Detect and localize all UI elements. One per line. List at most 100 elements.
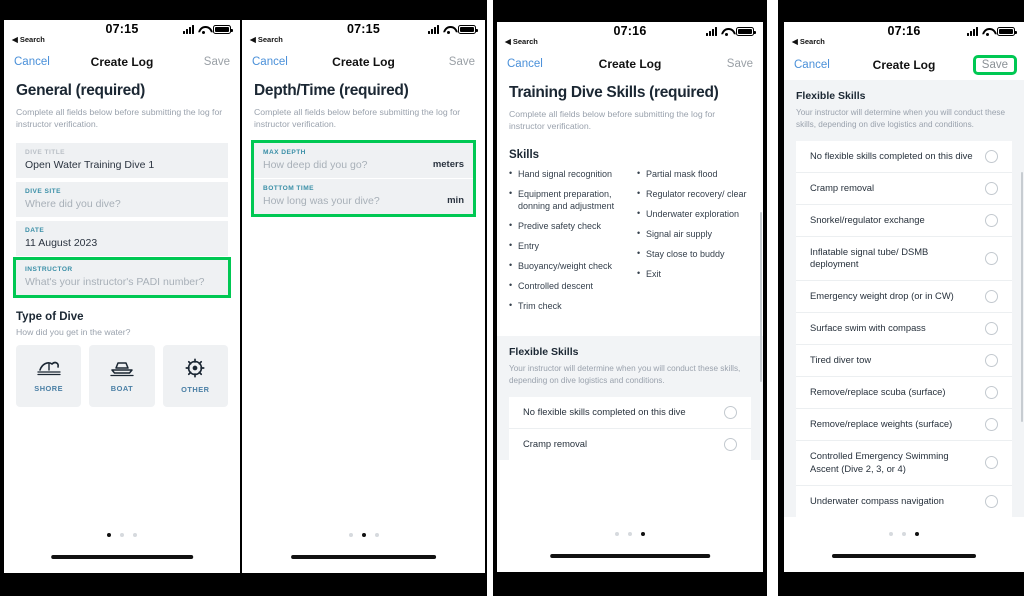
list-item[interactable]: No flexible skills completed on this div… <box>796 141 1012 173</box>
page-dot-3[interactable] <box>374 533 379 537</box>
page-indicator[interactable] <box>497 532 763 536</box>
skill-item: Trim check <box>509 299 623 312</box>
section-helper-text: Complete all fields below before submitt… <box>16 107 223 130</box>
vertical-scrollbar[interactable] <box>1020 172 1023 422</box>
page-dot-1[interactable] <box>107 533 111 537</box>
radio-button[interactable] <box>985 354 998 368</box>
status-bar: 07:16 ◀ Search <box>784 22 1024 56</box>
page-dot-1[interactable] <box>889 532 893 536</box>
field-value: Open Water Training Dive 1 <box>25 158 155 171</box>
page-dot-3[interactable] <box>915 532 919 536</box>
skills-column-left: Hand signal recognition Equipment prepar… <box>509 167 623 320</box>
status-back-to-search[interactable]: ◀ Search <box>792 37 825 46</box>
list-item[interactable]: Controlled Emergency Swimming Ascent (Di… <box>796 441 1012 486</box>
page-dot-3[interactable] <box>133 533 137 537</box>
field-dive-title[interactable]: DIVE TITLE Open Water Training Dive 1 <box>16 142 228 178</box>
field-date[interactable]: DATE 11 August 2023 <box>16 220 228 256</box>
save-button[interactable]: Save <box>727 58 753 70</box>
home-indicator <box>832 554 976 558</box>
list-item[interactable]: Remove/replace weights (surface) <box>796 409 1012 442</box>
field-unit: meters <box>432 158 464 170</box>
skill-item: Entry <box>509 239 623 252</box>
page-dot-2[interactable] <box>361 533 366 537</box>
dive-type-other-button[interactable]: OTHER <box>162 344 228 407</box>
field-label: DIVE SITE <box>25 187 61 195</box>
list-item[interactable]: Surface swim with compass <box>796 313 1012 346</box>
cancel-button[interactable]: Cancel <box>252 56 288 68</box>
radio-button[interactable] <box>724 405 737 419</box>
flexible-skill-label: Remove/replace scuba (surface) <box>810 386 946 398</box>
list-item[interactable]: No flexible skills completed on this div… <box>509 397 751 429</box>
field-max-depth[interactable]: MAX DEPTH How deep did you go? meters <box>254 142 473 178</box>
cancel-button[interactable]: Cancel <box>507 58 543 70</box>
list-item[interactable]: Tired diver tow <box>796 345 1012 378</box>
list-item[interactable]: Cramp removal <box>509 429 751 460</box>
list-item[interactable]: Emergency weight drop (or in CW) <box>796 281 1012 314</box>
cellular-signal-icon <box>967 27 978 36</box>
skill-item: Stay close to buddy <box>637 247 751 260</box>
page-indicator[interactable] <box>784 532 1024 536</box>
save-button[interactable]: Save <box>449 56 475 68</box>
list-item[interactable]: Underwater compass navigation <box>796 486 1012 517</box>
flexible-skills-list: No flexible skills completed on this div… <box>509 396 751 460</box>
home-indicator <box>550 554 710 558</box>
cellular-signal-icon <box>183 25 194 34</box>
page-dot-3[interactable] <box>641 532 645 536</box>
status-back-to-search[interactable]: ◀ Search <box>250 35 283 44</box>
home-indicator <box>290 555 437 559</box>
list-item[interactable]: Cramp removal <box>796 173 1012 205</box>
status-bar: 07:15 ◀ Search <box>242 20 485 54</box>
flexible-skills-block: Flexible Skills Your instructor will det… <box>497 336 763 460</box>
field-label: MAX DEPTH <box>263 148 306 156</box>
skill-item: Regulator recovery/ clear <box>637 187 751 200</box>
field-dive-site[interactable]: DIVE SITE Where did you dive? <box>16 181 228 217</box>
list-item[interactable]: Remove/replace scuba (surface) <box>796 377 1012 410</box>
phone-panel-depth-time: 07:15 ◀ Search Cancel Create Log Save De… <box>240 0 487 596</box>
nav-bar: Cancel Create Log Save <box>784 55 1024 80</box>
radio-button[interactable] <box>985 213 998 227</box>
battery-icon <box>997 27 1017 36</box>
cancel-button[interactable]: Cancel <box>794 59 830 71</box>
page-indicator[interactable] <box>4 533 240 537</box>
vertical-scrollbar[interactable] <box>759 212 762 382</box>
page-dot-1[interactable] <box>615 532 619 536</box>
page-dot-2[interactable] <box>902 532 906 536</box>
list-item[interactable]: Inflatable signal tube/ DSMB deployment <box>796 237 1012 282</box>
flexible-skill-label: Surface swim with compass <box>810 322 926 334</box>
wifi-icon <box>982 27 993 36</box>
page-dot-1[interactable] <box>348 533 353 537</box>
wifi-icon <box>443 25 454 34</box>
skill-item: Predive safety check <box>509 219 623 232</box>
status-back-to-search[interactable]: ◀ Search <box>12 35 45 44</box>
radio-button[interactable] <box>985 494 998 508</box>
status-bar: 07:15 ◀ Search <box>4 20 240 54</box>
radio-button[interactable] <box>985 456 998 470</box>
flexible-skill-label: Controlled Emergency Swimming Ascent (Di… <box>810 450 949 474</box>
dive-type-boat-button[interactable]: BOAT <box>89 344 155 407</box>
radio-button[interactable] <box>724 437 737 451</box>
field-placeholder: Where did you dive? <box>25 197 121 210</box>
radio-button[interactable] <box>985 386 998 400</box>
radio-button[interactable] <box>985 290 998 304</box>
general-content: General (required) Complete all fields b… <box>4 82 240 407</box>
radio-button[interactable] <box>985 251 998 265</box>
save-button[interactable]: Save <box>204 56 230 68</box>
save-button[interactable]: Save <box>972 55 1018 75</box>
field-instructor[interactable]: INSTRUCTOR What's your instructor's PADI… <box>13 256 231 298</box>
page-dot-2[interactable] <box>120 533 124 537</box>
cancel-button[interactable]: Cancel <box>14 56 50 68</box>
screen-flexible-skills: 07:16 ◀ Search Cancel Create Log Save Fl… <box>784 22 1024 572</box>
radio-button[interactable] <box>985 418 998 432</box>
flexible-skill-label: Inflatable signal tube/ DSMB deployment <box>810 245 929 270</box>
radio-button[interactable] <box>985 181 998 195</box>
radio-button[interactable] <box>985 149 998 163</box>
flexible-skills-heading: Flexible Skills <box>509 346 579 359</box>
field-bottom-time[interactable]: BOTTOM TIME How long was your dive? min <box>254 178 473 214</box>
status-back-to-search[interactable]: ◀ Search <box>505 37 538 46</box>
page-dot-2[interactable] <box>628 532 632 536</box>
page-indicator[interactable] <box>242 533 485 537</box>
list-item[interactable]: Snorkel/regulator exchange <box>796 205 1012 237</box>
radio-button[interactable] <box>985 322 998 336</box>
dive-type-shore-button[interactable]: SHORE <box>16 344 82 407</box>
screen-depth-time: 07:15 ◀ Search Cancel Create Log Save De… <box>242 20 485 573</box>
